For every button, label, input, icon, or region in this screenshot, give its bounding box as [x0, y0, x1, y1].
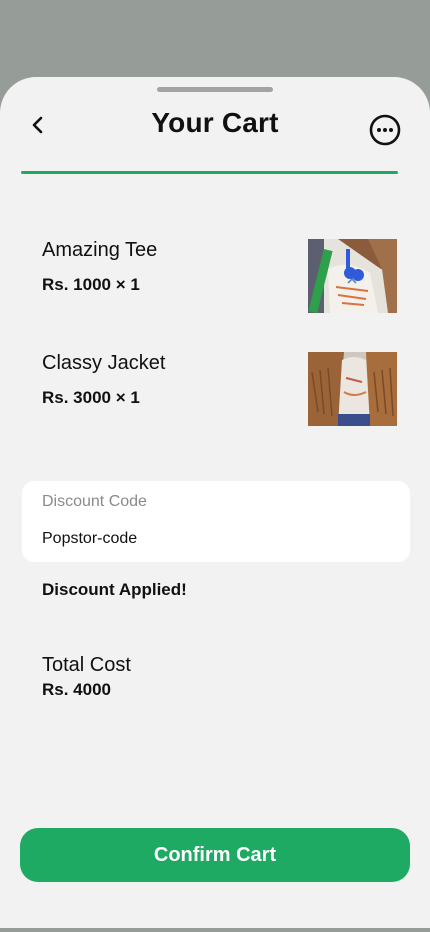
item-thumbnail[interactable]: [308, 352, 397, 426]
cart-item[interactable]: Amazing Tee Rs. 1000 × 1: [42, 239, 398, 315]
total-value: Rs. 4000: [42, 680, 111, 699]
page-title: Your Cart: [151, 107, 279, 138]
discount-code-value[interactable]: Popstor-code: [42, 530, 137, 548]
discount-code-label: Discount Code: [42, 493, 147, 510]
confirm-cart-button[interactable]: Confirm Cart: [20, 828, 410, 882]
discount-code-field[interactable]: Discount Code Popstor-code: [22, 481, 410, 562]
item-price: Rs. 1000 × 1: [42, 275, 140, 294]
total-label: Total Cost: [42, 654, 131, 676]
item-name: Amazing Tee: [42, 239, 158, 261]
more-horizontal-icon: [369, 114, 401, 146]
item-thumbnail[interactable]: [308, 239, 397, 313]
item-name: Classy Jacket: [42, 352, 166, 374]
discount-status: Discount Applied!: [42, 580, 187, 599]
cart-item[interactable]: Classy Jacket Rs. 3000 × 1: [42, 352, 398, 428]
item-price: Rs. 3000 × 1: [42, 388, 140, 407]
header-divider: [21, 171, 398, 174]
more-options-button[interactable]: [368, 113, 402, 147]
cart-sheet: Your Cart Amazing Tee Rs. 1000 × 1 Class…: [0, 77, 430, 928]
sheet-grabber[interactable]: [157, 87, 273, 92]
